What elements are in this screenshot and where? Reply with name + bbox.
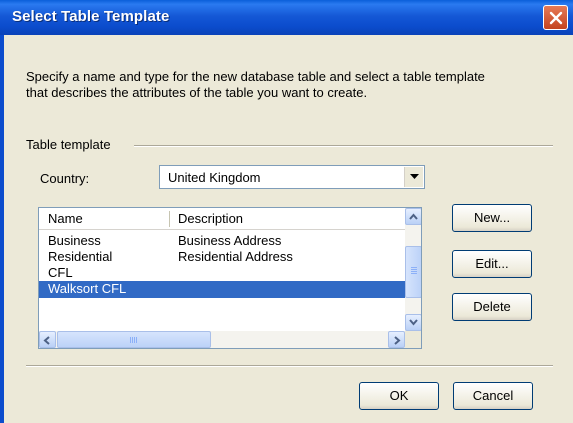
window-title: Select Table Template bbox=[12, 8, 170, 25]
country-label: Country: bbox=[40, 171, 90, 186]
country-select[interactable]: United Kingdom bbox=[159, 165, 425, 189]
group-label-table-template: Table template bbox=[26, 137, 117, 152]
row-name: Business bbox=[48, 233, 101, 248]
list-row[interactable]: CFL bbox=[39, 265, 405, 281]
scroll-left-button[interactable] bbox=[39, 331, 56, 348]
row-description: Residential Address bbox=[178, 249, 293, 264]
ok-button[interactable]: OK bbox=[359, 382, 439, 410]
footer-divider bbox=[26, 365, 553, 367]
vertical-scroll-thumb[interactable] bbox=[405, 246, 421, 298]
row-name: Residential bbox=[48, 249, 113, 264]
column-divider[interactable] bbox=[169, 211, 170, 227]
scroll-up-button[interactable] bbox=[405, 208, 421, 225]
list-row[interactable]: Business Business Address bbox=[39, 233, 405, 249]
list-rows: Business Business Address Residential Re… bbox=[39, 233, 405, 298]
horizontal-scroll-thumb[interactable] bbox=[57, 331, 211, 348]
title-bar[interactable]: Select Table Template bbox=[0, 0, 573, 35]
close-icon bbox=[549, 11, 563, 25]
instructions-line-1: Specify a name and type for the new data… bbox=[26, 69, 485, 84]
list-header: Name Description bbox=[39, 208, 405, 230]
row-name: Walksort CFL bbox=[48, 281, 127, 296]
scroll-down-icon bbox=[409, 319, 418, 326]
column-header-description[interactable]: Description bbox=[178, 211, 243, 226]
list-row-selected[interactable]: Walksort CFL bbox=[39, 281, 405, 298]
instructions-line-2: that describes the attributes of the tab… bbox=[26, 85, 368, 100]
vertical-scrollbar[interactable] bbox=[405, 208, 421, 331]
horizontal-scrollbar[interactable] bbox=[39, 331, 405, 348]
scroll-right-icon bbox=[394, 336, 401, 345]
cancel-button[interactable]: Cancel bbox=[453, 382, 533, 410]
window-frame bbox=[0, 35, 4, 423]
edit-button[interactable]: Edit... bbox=[452, 250, 532, 278]
country-select-value: United Kingdom bbox=[168, 170, 261, 185]
grip-icon bbox=[130, 337, 138, 343]
country-dropdown-button[interactable] bbox=[404, 167, 423, 187]
scrollbar-corner bbox=[405, 331, 421, 348]
row-name: CFL bbox=[48, 265, 73, 280]
instructions-text: Specify a name and type for the new data… bbox=[26, 69, 556, 101]
close-button[interactable] bbox=[543, 5, 568, 30]
row-description: Business Address bbox=[178, 233, 282, 248]
list-row[interactable]: Residential Residential Address bbox=[39, 249, 405, 265]
column-header-name[interactable]: Name bbox=[48, 211, 83, 226]
scroll-right-button[interactable] bbox=[388, 331, 405, 348]
scroll-left-icon bbox=[43, 336, 50, 345]
dropdown-arrow-icon bbox=[410, 174, 419, 179]
new-button[interactable]: New... bbox=[452, 204, 532, 232]
group-divider bbox=[134, 145, 553, 147]
grip-icon bbox=[411, 267, 417, 275]
delete-button[interactable]: Delete bbox=[452, 293, 532, 321]
template-list[interactable]: Name Description Business Business Addre… bbox=[38, 207, 422, 349]
scroll-down-button[interactable] bbox=[405, 314, 421, 331]
scroll-up-icon bbox=[409, 213, 418, 220]
